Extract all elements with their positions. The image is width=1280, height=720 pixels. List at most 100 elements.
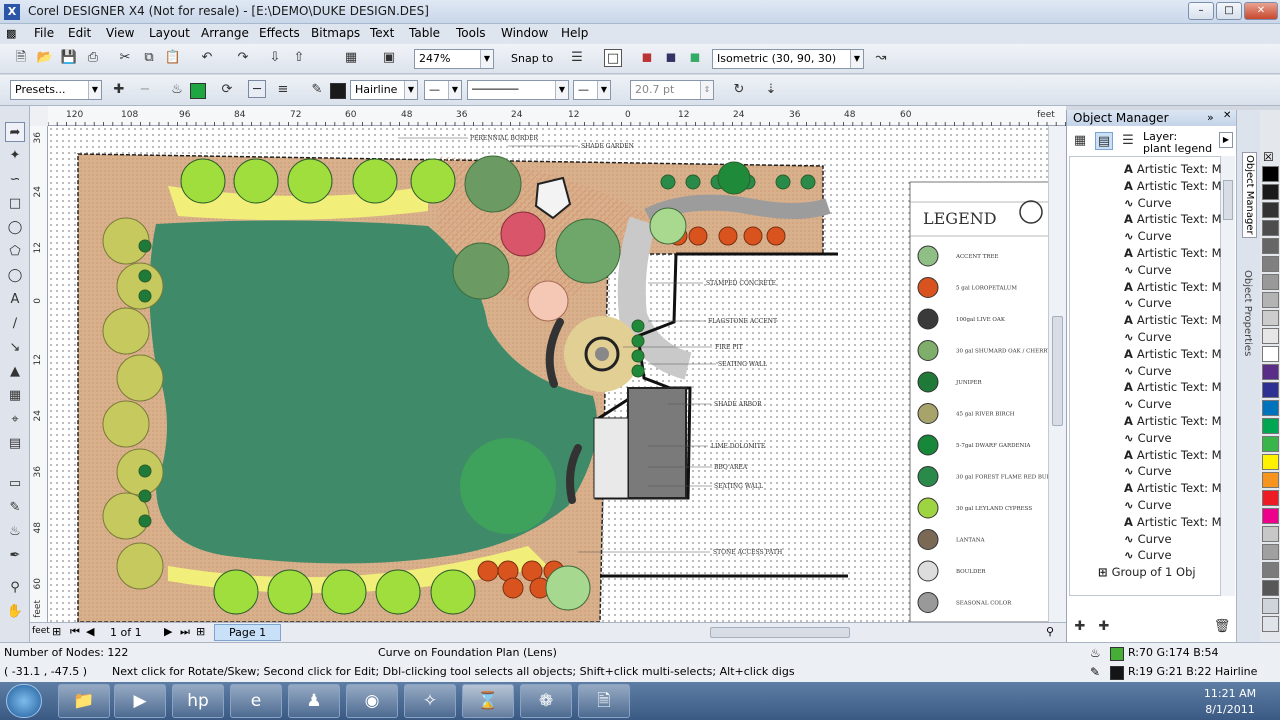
collapse-docker-icon[interactable]: » bbox=[1207, 111, 1214, 124]
show-properties-icon[interactable]: ▦ bbox=[1071, 132, 1089, 150]
plant-symbol[interactable] bbox=[213, 569, 259, 615]
palette-swatch[interactable] bbox=[1262, 364, 1279, 380]
plant-symbol[interactable] bbox=[138, 289, 152, 303]
plant-symbol[interactable] bbox=[138, 464, 152, 478]
end-arrow-combo[interactable]: — ▼ bbox=[573, 80, 611, 100]
menu-help[interactable]: Help bbox=[561, 26, 588, 40]
copy-icon[interactable]: ⧉ bbox=[140, 49, 158, 67]
palette-swatch[interactable] bbox=[1262, 616, 1279, 632]
add-page-after-icon[interactable]: ⊞ bbox=[196, 625, 205, 638]
add-page-before-icon[interactable]: ⊞ bbox=[52, 625, 61, 638]
object-list-item[interactable]: A Artistic Text: M bbox=[1124, 379, 1222, 396]
graphics-app-taskbar-icon[interactable]: ✧ bbox=[404, 684, 456, 718]
plant-symbol[interactable] bbox=[464, 155, 522, 213]
plant-symbol[interactable] bbox=[180, 158, 226, 204]
palette-swatch[interactable] bbox=[1262, 346, 1279, 362]
open-icon[interactable]: 📂 bbox=[36, 49, 54, 67]
palette-swatch[interactable] bbox=[1262, 400, 1279, 416]
text-tool-icon[interactable]: A bbox=[5, 290, 25, 310]
plant-symbol[interactable] bbox=[631, 364, 645, 378]
connector-tool-icon[interactable]: ↘ bbox=[5, 338, 25, 358]
plant-symbol[interactable] bbox=[452, 242, 510, 300]
full-screen-preview-icon[interactable]: □ bbox=[604, 49, 622, 67]
plant-symbol[interactable] bbox=[500, 211, 546, 257]
drawing-canvas[interactable]: PERENNIAL BORDER SHADE GARDEN STAMPED CO… bbox=[48, 126, 1048, 622]
menu-window[interactable]: Window bbox=[501, 26, 548, 40]
palette-swatch[interactable] bbox=[1262, 580, 1279, 596]
object-list-item[interactable]: ∿ Curve bbox=[1124, 547, 1172, 564]
plant-symbol[interactable] bbox=[102, 307, 150, 355]
line-style-icon[interactable]: ─ bbox=[248, 80, 266, 98]
start-button[interactable] bbox=[6, 684, 42, 718]
chevron-down-icon[interactable]: ▼ bbox=[448, 81, 461, 99]
palette-swatch[interactable] bbox=[1262, 472, 1279, 488]
clock-date[interactable]: 8/1/2011 bbox=[1200, 703, 1260, 716]
plant-symbol[interactable] bbox=[430, 569, 476, 615]
outline-width-combo[interactable]: Hairline ▼ bbox=[350, 80, 418, 100]
status-fill-swatch[interactable] bbox=[1110, 647, 1124, 661]
object-list-item[interactable]: ∿ Curve bbox=[1124, 262, 1172, 279]
plant-symbol[interactable] bbox=[631, 349, 645, 363]
plant-symbol[interactable] bbox=[102, 400, 150, 448]
object-list-item[interactable]: ∿ Curve bbox=[1124, 228, 1172, 245]
menu-edit[interactable]: Edit bbox=[68, 26, 91, 40]
plant-symbol[interactable] bbox=[116, 262, 164, 310]
plant-symbol[interactable] bbox=[116, 542, 164, 590]
welcome-screen-icon[interactable]: ▣ bbox=[380, 49, 398, 67]
chevron-down-icon[interactable]: ▼ bbox=[404, 81, 417, 99]
object-list-item[interactable]: ∿ Curve bbox=[1124, 329, 1172, 346]
flower-app-taskbar-icon[interactable]: ❁ bbox=[520, 684, 572, 718]
object-list-item[interactable]: A Artistic Text: M bbox=[1124, 346, 1222, 363]
pick-tool-icon[interactable]: ➦ bbox=[5, 122, 25, 142]
horizontal-scroll-thumb[interactable] bbox=[710, 627, 850, 638]
palette-swatch[interactable] bbox=[1262, 184, 1279, 200]
polygon-tool-icon[interactable]: ⬠ bbox=[5, 242, 25, 262]
legend-symbol[interactable] bbox=[917, 592, 939, 613]
plant-symbol[interactable] bbox=[743, 226, 763, 246]
menu-table[interactable]: Table bbox=[409, 26, 440, 40]
camera-taskbar-icon[interactable]: ◉ bbox=[346, 684, 398, 718]
freehand-tool-icon[interactable]: ∽ bbox=[5, 170, 25, 190]
zoom-tool-icon[interactable]: ⚲ bbox=[5, 578, 25, 598]
palette-swatch[interactable] bbox=[1262, 220, 1279, 236]
menu-layout[interactable]: Layout bbox=[149, 26, 190, 40]
plant-symbol[interactable] bbox=[717, 161, 751, 195]
ruler-origin[interactable] bbox=[30, 106, 48, 126]
close-docker-icon[interactable]: ✕ bbox=[1223, 110, 1231, 121]
plant-symbol[interactable] bbox=[545, 565, 591, 611]
plant-symbol[interactable] bbox=[775, 174, 791, 190]
media-player-taskbar-icon[interactable]: ▶ bbox=[114, 684, 166, 718]
legend-symbol[interactable] bbox=[917, 434, 939, 456]
object-list-item[interactable]: A Artistic Text: M bbox=[1124, 178, 1222, 195]
zoom-levels-combo[interactable]: 247% ▼ bbox=[414, 49, 494, 69]
iso-cube-left-icon[interactable]: ◼ bbox=[638, 49, 656, 67]
plant-symbol[interactable] bbox=[688, 226, 708, 246]
internet-explorer-taskbar-icon[interactable]: e bbox=[230, 684, 282, 718]
plant-symbol[interactable] bbox=[233, 158, 279, 204]
palette-swatch[interactable] bbox=[1262, 256, 1279, 272]
palette-swatch[interactable] bbox=[1262, 274, 1279, 290]
plant-symbol[interactable] bbox=[631, 334, 645, 348]
object-tree[interactable]: A Artistic Text: M A Artistic Text: M ∿ Curve… bbox=[1069, 156, 1222, 596]
legend-symbol[interactable] bbox=[917, 308, 939, 330]
menu-bitmaps[interactable]: Bitmaps bbox=[311, 26, 360, 40]
legend-symbol[interactable] bbox=[917, 245, 939, 267]
users-taskbar-icon[interactable]: ♟ bbox=[288, 684, 340, 718]
zoom-navigator-icon[interactable]: ⚲ bbox=[1046, 625, 1054, 638]
object-list-item[interactable]: A Artistic Text: M bbox=[1124, 161, 1222, 178]
palette-swatch[interactable] bbox=[1262, 454, 1279, 470]
import-icon[interactable]: ⇩ bbox=[266, 49, 284, 67]
palette-swatch[interactable] bbox=[1262, 418, 1279, 434]
legend-symbol[interactable] bbox=[917, 560, 939, 582]
menu-effects[interactable]: Effects bbox=[259, 26, 300, 40]
legend-symbol[interactable] bbox=[917, 497, 939, 519]
callout-tool-icon[interactable]: ◯ bbox=[5, 266, 25, 286]
plant-symbol[interactable] bbox=[352, 158, 398, 204]
snap-to-button[interactable]: Snap to bbox=[511, 52, 553, 65]
menu-view[interactable]: View bbox=[106, 26, 134, 40]
start-arrow-combo[interactable]: — ▼ bbox=[424, 80, 462, 100]
object-list-item[interactable]: A Artistic Text: M bbox=[1124, 279, 1222, 296]
delete-icon[interactable]: 🗑 bbox=[1213, 618, 1231, 636]
shade-arbor[interactable] bbox=[627, 387, 687, 499]
plant-symbol[interactable] bbox=[321, 569, 367, 615]
